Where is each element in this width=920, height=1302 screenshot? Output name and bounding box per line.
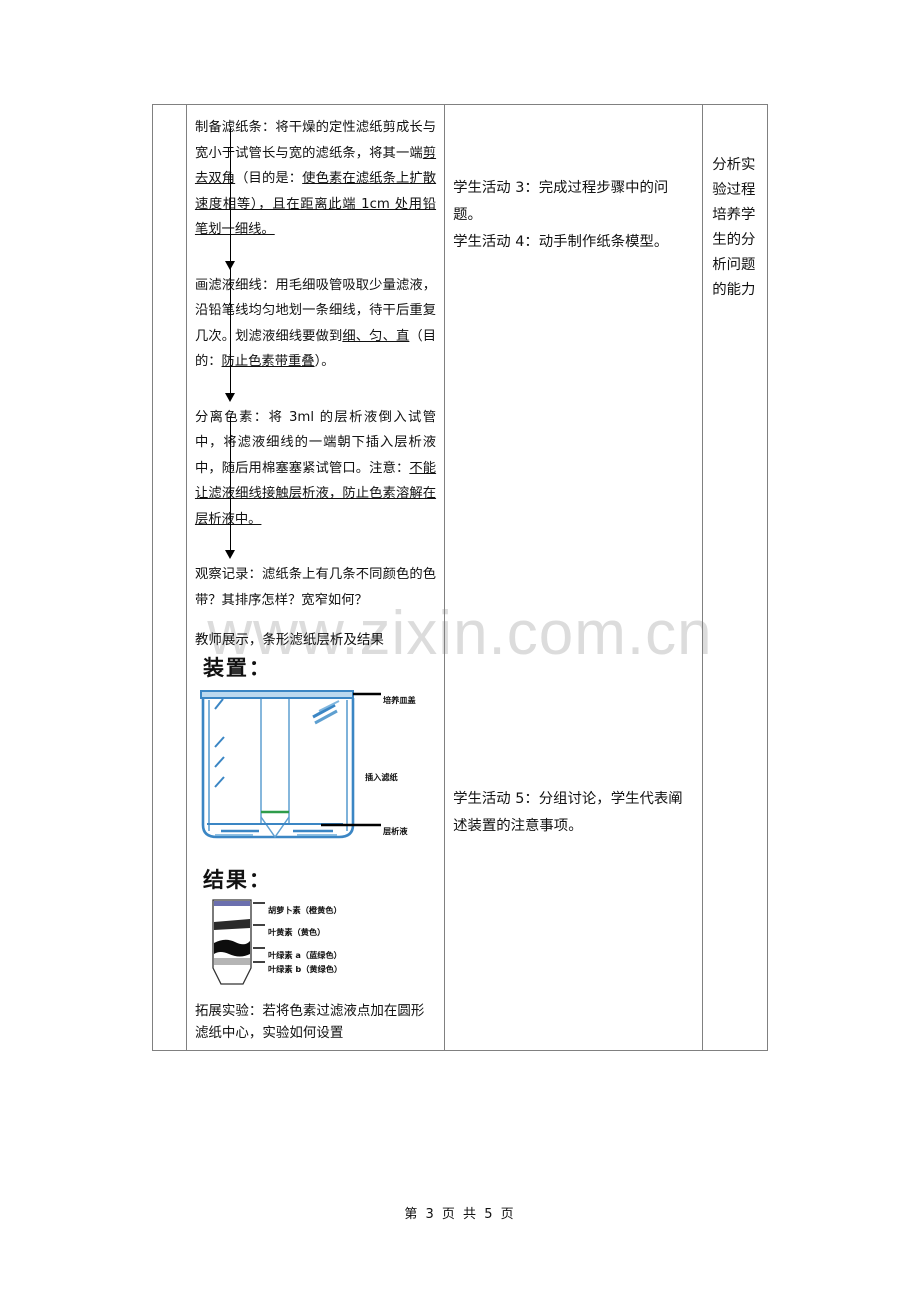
- apparatus-label-filter-paper: 插入滤纸: [364, 771, 398, 782]
- step-2-lead: 画滤液细线：: [194, 277, 276, 293]
- activity-item-4: 学生活动 4：动手制作纸条模型。: [453, 234, 669, 250]
- teacher-demo-note: 教师展示，条形滤纸层析及结果: [194, 632, 384, 648]
- step-2-text-3: ）。: [314, 354, 335, 369]
- extension-experiment-text: 拓展实验：若将色素过滤液点加在圆形滤纸中心，实验如何设置: [194, 1003, 425, 1041]
- result-label-chlorophyll-b: 叶绿素 b（黄绿色）: [267, 964, 343, 974]
- arrow-shaft-icon: [229, 416, 232, 556]
- activities-list: 学生活动 3：完成过程步骤中的问题。 学生活动 4：动手制作纸条模型。 学生活动…: [445, 105, 702, 840]
- table-cell-narrow: [152, 104, 187, 1051]
- flow-arrow-3: [195, 416, 436, 562]
- apparatus-label-lid: 培养皿盖: [382, 694, 416, 705]
- step-3-lead: 分离色素：: [194, 409, 269, 425]
- activities-group-bottom: 学生活动 5：分组讨论，学生代表阐述装置的注意事项。: [445, 256, 702, 840]
- arrow-shaft-icon: [229, 126, 232, 267]
- result-label-xanthophyll: 叶黄素（黄色）: [267, 927, 326, 937]
- flowchart: 制备滤纸条：将干燥的定性滤纸剪成长与宽小于试管长与宽的滤纸条，将其一端剪去双角（…: [187, 105, 444, 1044]
- step-2-underline-1: 细、匀、直: [342, 328, 410, 344]
- apparatus-figure-title: 装置：: [202, 655, 272, 680]
- narrow-cell-content: [153, 105, 186, 119]
- apparatus-diagram: 培养皿盖 插入滤纸 层析液: [193, 685, 427, 865]
- result-diagram: 胡萝卜素（橙黄色） 叶黄素（黄色） 叶绿素 a（蓝绿色） 叶绿素 b（黄绿色）: [195, 896, 429, 996]
- activities-group-top: 学生活动 3：完成过程步骤中的问题。 学生活动 4：动手制作纸条模型。: [445, 105, 702, 256]
- table-cell-steps: 制备滤纸条：将干燥的定性滤纸剪成长与宽小于试管长与宽的滤纸条，将其一端剪去双角（…: [185, 104, 446, 1051]
- content-table: 制备滤纸条：将干燥的定性滤纸剪成长与宽小于试管长与宽的滤纸条，将其一端剪去双角（…: [152, 104, 768, 1051]
- apparatus-label-chromatography-liquid: 层析液: [382, 825, 408, 836]
- arrow-head-icon: [225, 392, 236, 402]
- step-4-lead: 观察记录：: [194, 567, 262, 582]
- step-1-lead: 制备滤纸条：: [194, 120, 276, 135]
- table-row: 制备滤纸条：将干燥的定性滤纸剪成长与宽小于试管长与宽的滤纸条，将其一端剪去双角（…: [152, 104, 768, 1051]
- table-cell-aim: 分析实验过程培养学生的分析问题的能力: [702, 104, 768, 1051]
- activity-item-5: 学生活动 5：分组讨论，学生代表阐述装置的注意事项。: [453, 791, 683, 834]
- arrow-head-icon: [225, 550, 236, 559]
- activity-item-3: 学生活动 3：完成过程步骤中的问题。: [453, 180, 669, 223]
- flow-arrow-2: [195, 258, 436, 405]
- arrow-shaft-icon: [229, 258, 232, 399]
- table-cell-activities: 学生活动 3：完成过程步骤中的问题。 学生活动 4：动手制作纸条模型。 学生活动…: [444, 104, 704, 1051]
- result-figure-title: 结果：: [202, 866, 272, 892]
- page-footer: 第 3 页 共 5 页: [404, 1207, 516, 1222]
- step-2-underline-2: 防止色素带重叠: [221, 354, 315, 369]
- step-block-4: 观察记录：滤纸条上有几条不同颜色的色带？其排序怎样？宽窄如何？: [195, 562, 436, 613]
- step-1-text-2: （目的是：: [235, 171, 303, 186]
- design-aim-text: 分析实验过程培养学生的分析问题的能力: [712, 157, 756, 298]
